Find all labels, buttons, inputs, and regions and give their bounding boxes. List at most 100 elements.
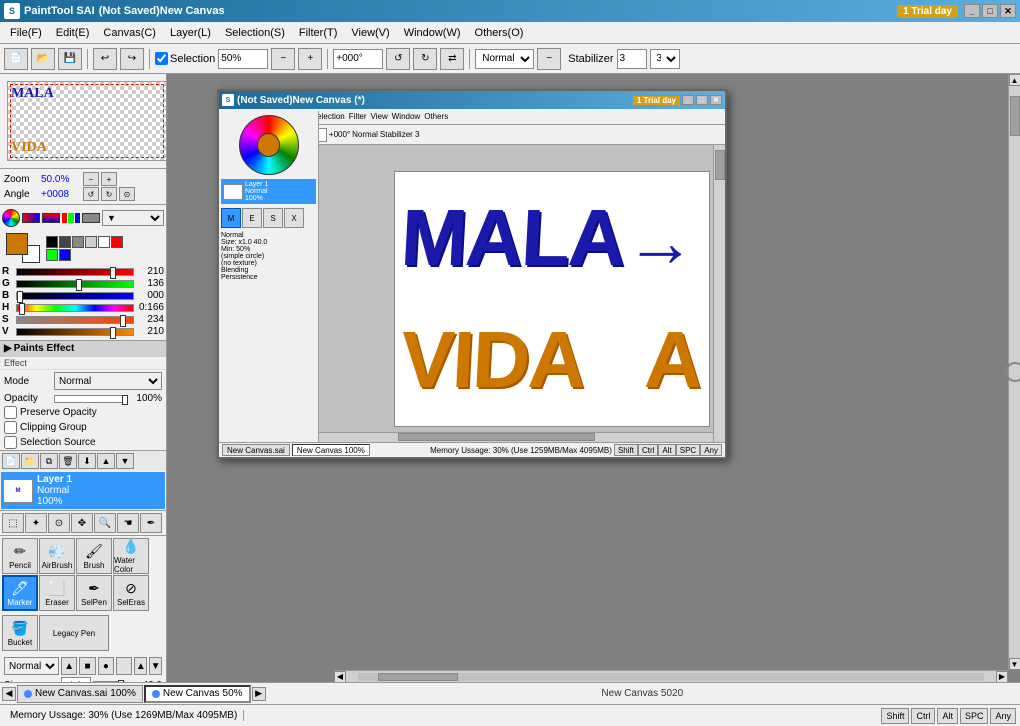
emb-tab2[interactable]: New Canvas 100% (292, 444, 370, 456)
emb-h-scrollbar[interactable] (319, 432, 713, 442)
color-gradient2-btn[interactable] (42, 213, 60, 223)
size-slider[interactable] (93, 681, 125, 682)
emb-sel-pen-tool[interactable]: S (263, 208, 283, 228)
brush-shape-btn2[interactable]: ■ (79, 657, 95, 675)
menu-file[interactable]: File(F) (4, 25, 48, 41)
brush-shape-btn1[interactable]: ▲ (61, 657, 77, 675)
r-thumb[interactable] (110, 267, 116, 279)
v-slider[interactable] (16, 328, 134, 336)
taskbar-tab2[interactable]: New Canvas 50% (144, 685, 251, 703)
opacity-slider[interactable] (54, 395, 127, 403)
h-scroll-left-btn[interactable]: ◀ (334, 671, 346, 683)
taskbar-scroll-left[interactable]: ◀ (2, 687, 16, 701)
emb-filter[interactable]: Filter (349, 112, 367, 121)
emb-others[interactable]: Others (424, 112, 448, 121)
maximize-button[interactable]: □ (982, 4, 998, 18)
brush-scroll-down[interactable]: ▼ (149, 657, 162, 675)
opacity-plus[interactable]: + (298, 48, 322, 70)
zoom-plus[interactable]: + (101, 172, 117, 186)
g-thumb[interactable] (76, 279, 82, 291)
angle-ccw[interactable]: ↺ (83, 187, 99, 201)
embedded-maximize[interactable]: □ (696, 95, 708, 105)
swatch-blue[interactable] (59, 249, 71, 261)
rotate-cw[interactable]: ↻ (413, 48, 437, 70)
toolbar-save[interactable]: 💾 (58, 48, 82, 70)
opacity-minus[interactable]: − (271, 48, 295, 70)
minimize-button[interactable]: _ (964, 4, 980, 18)
embedded-close[interactable]: ✕ (710, 95, 722, 105)
menu-window[interactable]: Window(W) (398, 25, 467, 41)
emb-window[interactable]: Window (392, 112, 420, 121)
toolbar-new[interactable]: 📄 (4, 48, 28, 70)
emb-h-thumb[interactable] (398, 433, 595, 441)
emb-marker-tool[interactable]: M (221, 208, 241, 228)
brush-color-btn[interactable] (116, 657, 132, 675)
g-slider[interactable] (16, 280, 134, 288)
r-slider[interactable] (16, 268, 134, 276)
magic-wand[interactable]: ⊙ (48, 513, 70, 533)
layer-down-btn[interactable]: ▼ (116, 453, 134, 469)
h-scroll-right-btn[interactable]: ▶ (996, 671, 1008, 683)
layer-item[interactable]: M Layer 1 Normal 100% (1, 472, 165, 509)
canvas-area[interactable]: S (Not Saved)New Canvas (*) 1 Trial day … (167, 74, 1020, 682)
taskbar-tab1[interactable]: New Canvas.sai 100% (17, 685, 143, 703)
v-scroll-down-btn[interactable]: ▼ (1009, 658, 1020, 670)
swatch-red[interactable] (111, 236, 123, 248)
menu-others[interactable]: Others(O) (469, 25, 530, 41)
move-tool[interactable]: ✥ (71, 513, 93, 533)
opacity-input[interactable]: 50% (218, 49, 268, 69)
color-wheel-btn[interactable] (2, 209, 20, 227)
pencil-tool-btn[interactable]: ✏ Pencil (2, 538, 38, 574)
zoom-tool[interactable]: 🔍 (94, 513, 116, 533)
close-button[interactable]: ✕ (1000, 4, 1016, 18)
rotate-ccw[interactable]: ↺ (386, 48, 410, 70)
color-swatch-btn[interactable] (82, 213, 100, 223)
rotation-input[interactable] (333, 49, 383, 69)
selection-checkbox[interactable] (155, 52, 168, 65)
stabilizer-input[interactable] (617, 49, 647, 69)
hand-tool[interactable]: ☚ (117, 513, 139, 533)
opacity-thumb[interactable] (122, 395, 128, 405)
lasso-tool[interactable]: ✦ (25, 513, 47, 533)
h-slider[interactable] (16, 304, 134, 312)
emb-color-wheel[interactable] (239, 115, 299, 175)
delete-layer-btn[interactable]: 🗑 (59, 453, 77, 469)
mode-select[interactable]: Normal (54, 372, 162, 390)
angle-cw[interactable]: ↻ (101, 187, 117, 201)
eraser-tool-btn[interactable]: ⬜ Eraser (39, 575, 75, 611)
swatch-gray[interactable] (72, 236, 84, 248)
sel-eras-tool-btn[interactable]: ⊘ SelEras (113, 575, 149, 611)
brush-shape-btn3[interactable]: ● (98, 657, 114, 675)
water-color-tool-btn[interactable]: 💧 Water Color (113, 538, 149, 574)
v-thumb[interactable] (110, 327, 116, 339)
select-tool[interactable]: ⬚ (2, 513, 24, 533)
legacy-pen-tool-btn[interactable]: Legacy Pen (39, 615, 109, 651)
selection-source-checkbox[interactable] (4, 436, 17, 449)
toolbar-redo[interactable]: ↪ (120, 48, 144, 70)
emb-v-scrollbar[interactable] (713, 145, 725, 442)
swatch-light[interactable] (85, 236, 97, 248)
emb-view[interactable]: View (371, 112, 388, 121)
taskbar-scroll-right[interactable]: ▶ (252, 687, 266, 701)
brush-tool-btn[interactable]: 🖌 Brush (76, 538, 112, 574)
merge-down-btn[interactable]: ⬇ (78, 453, 96, 469)
s-slider[interactable] (16, 316, 134, 324)
zoom-minus[interactable]: − (83, 172, 99, 186)
v-scroll-thumb[interactable] (1010, 96, 1020, 136)
size-multiplier-input[interactable] (61, 677, 91, 682)
swatch-black[interactable] (46, 236, 58, 248)
new-group-btn[interactable]: 📁 (21, 453, 39, 469)
airbrush-tool-btn[interactable]: 💨 AirBrush (39, 538, 75, 574)
swatch-green[interactable] (46, 249, 58, 261)
emb-sel-eras-tool[interactable]: X (284, 208, 304, 228)
flip-h[interactable]: ⇄ (440, 48, 464, 70)
menu-edit[interactable]: Edit(E) (50, 25, 96, 41)
duplicate-layer-btn[interactable]: ⧉ (40, 453, 58, 469)
bucket-tool-btn[interactable]: 🪣 Bucket (2, 615, 38, 651)
menu-selection[interactable]: Selection(S) (219, 25, 291, 41)
menu-view[interactable]: View(V) (345, 25, 395, 41)
s-thumb[interactable] (120, 315, 126, 327)
embedded-minimize[interactable]: _ (682, 95, 694, 105)
emb-tab1[interactable]: New Canvas.sai (222, 444, 290, 456)
swatch-dark[interactable] (59, 236, 71, 248)
